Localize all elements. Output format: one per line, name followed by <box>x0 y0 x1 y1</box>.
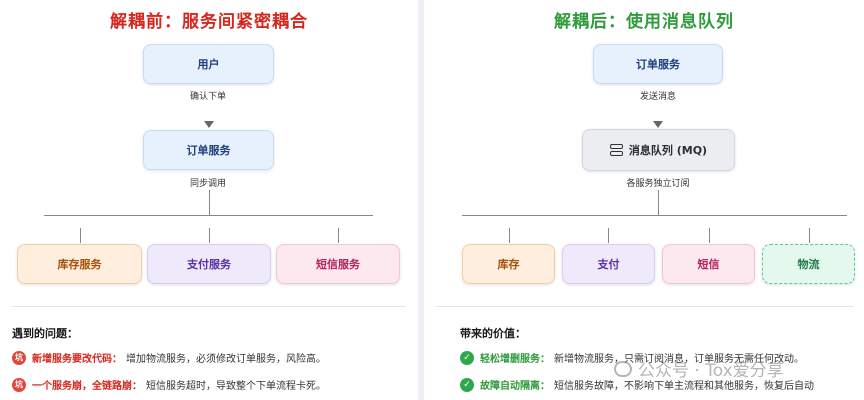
right-connector-stem <box>658 190 659 216</box>
value-keyword: 故障自动隔离： <box>480 381 550 392</box>
problem-item: 坑 一个服务崩，全链路崩： 短信服务超时，导致整个下单流程卡死。 <box>12 377 326 392</box>
right-connector-drop <box>709 228 710 243</box>
left-panel: 解耦前：服务间紧密耦合 用户 确认下单 订单服务 同步调用 库存服务 支付服务 … <box>0 0 418 400</box>
left-connector-drop <box>209 228 210 243</box>
problem-keyword: 新增服务要改代码： <box>32 354 122 365</box>
left-connector-drop <box>80 228 81 243</box>
down-arrow-icon <box>653 121 663 128</box>
inventory-box: 库存 <box>462 244 555 284</box>
problems-title: 遇到的问题： <box>12 327 78 340</box>
right-caption-send-message: 发送消息 <box>639 92 676 102</box>
right-panel: 解耦后：使用消息队列 订单服务 发送消息 消息队列 (MQ) 各服务独立订阅 库… <box>424 0 864 400</box>
left-order-service-label: 订单服务 <box>186 144 231 157</box>
logistics-box: 物流 <box>762 244 855 284</box>
payment-service-label: 支付服务 <box>187 258 231 271</box>
pit-badge-icon: 坑 <box>12 350 26 365</box>
message-queue-box: 消息队列 (MQ) <box>582 129 735 171</box>
down-arrow-icon <box>204 121 214 128</box>
right-divider <box>436 306 854 307</box>
left-connector-bus <box>44 215 373 216</box>
problem-item: 坑 新增服务要改代码： 增加物流服务，必须修改订单服务，风险高。 <box>12 350 326 365</box>
right-order-service-label: 订单服务 <box>636 58 680 71</box>
check-circle-icon: ✓ <box>460 377 474 392</box>
problem-keyword: 一个服务崩，全链路崩： <box>32 381 142 392</box>
right-order-service-box: 订单服务 <box>593 44 723 84</box>
logistics-label: 物流 <box>797 258 820 271</box>
pit-badge-icon: 坑 <box>12 377 26 392</box>
user-box: 用户 <box>143 44 274 84</box>
right-connector-drop <box>509 228 510 243</box>
sms-service-box: 短信服务 <box>276 244 400 284</box>
sms-service-label: 短信服务 <box>316 258 360 271</box>
user-box-label: 用户 <box>197 58 220 71</box>
value-keyword: 轻松增删服务： <box>480 354 550 365</box>
message-queue-label: 消息队列 (MQ) <box>628 144 708 157</box>
left-title: 解耦前：服务间紧密耦合 <box>110 12 308 32</box>
right-caption-independent-subscribe: 各服务独立订阅 <box>626 179 690 189</box>
database-stack-icon <box>609 144 623 156</box>
watermark-text: 公众号 · Tox爱分享 <box>638 361 784 381</box>
right-connector-bus <box>462 215 847 216</box>
inventory-label: 库存 <box>497 258 520 271</box>
left-divider <box>12 306 406 307</box>
left-caption-sync-call: 同步调用 <box>189 179 226 189</box>
sms-box: 短信 <box>662 244 755 284</box>
payment-box: 支付 <box>562 244 655 284</box>
sms-label: 短信 <box>697 258 720 271</box>
problem-text: 增加物流服务，必须修改订单服务，风险高。 <box>126 354 326 365</box>
right-title: 解耦后：使用消息队列 <box>554 12 734 32</box>
right-connector-drop <box>809 228 810 243</box>
watermark: 公众号 · Tox爱分享 <box>614 356 784 381</box>
left-connector-stem <box>209 190 210 216</box>
left-caption-confirm-order: 确认下单 <box>189 92 226 102</box>
check-circle-icon: ✓ <box>460 350 474 365</box>
left-connector-drop <box>338 228 339 243</box>
right-connector-drop <box>608 228 609 243</box>
wechat-icon <box>614 360 632 377</box>
payment-service-box: 支付服务 <box>147 244 271 284</box>
problem-text: 短信服务超时，导致整个下单流程卡死。 <box>146 381 326 392</box>
payment-label: 支付 <box>597 258 620 271</box>
inventory-service-box: 库存服务 <box>17 244 142 284</box>
inventory-service-label: 库存服务 <box>57 258 102 271</box>
left-order-service-box: 订单服务 <box>143 130 274 170</box>
values-title: 带来的价值： <box>460 327 526 340</box>
